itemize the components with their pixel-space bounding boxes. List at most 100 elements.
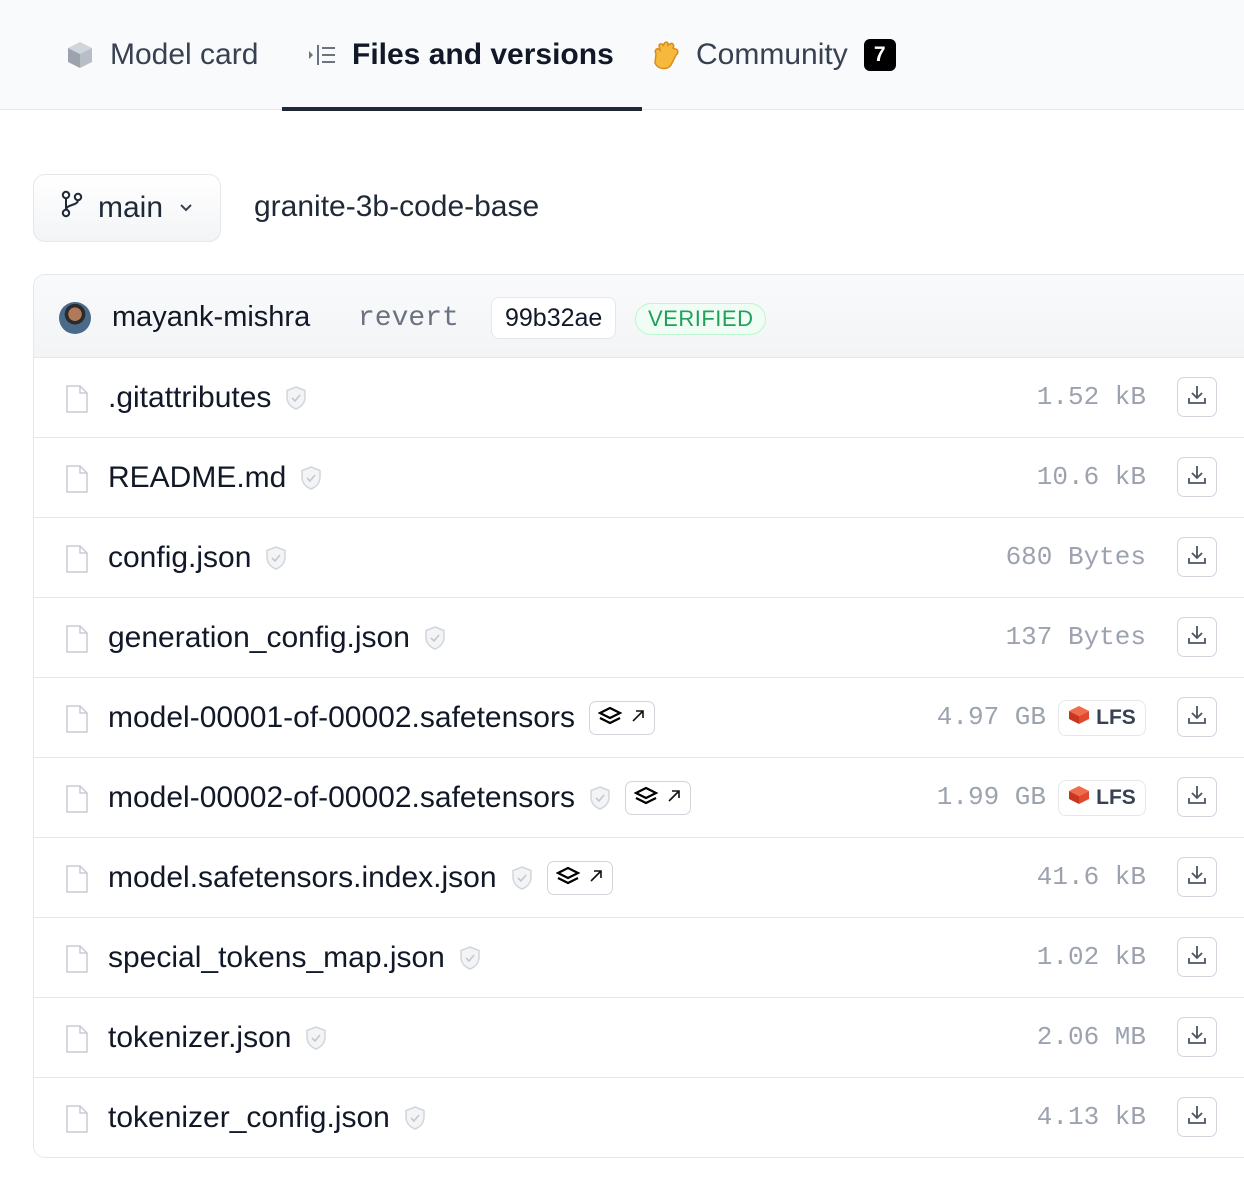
download-button[interactable] xyxy=(1177,937,1217,977)
download-button[interactable] xyxy=(1177,457,1217,497)
file-link[interactable]: model.safetensors.index.json xyxy=(108,838,613,918)
file-size: 2.06 MB xyxy=(1036,1022,1146,1052)
file-size: 1.02 kB xyxy=(1036,942,1146,972)
file-name: model-00002-of-00002.safetensors xyxy=(108,781,575,814)
file-name: model-00001-of-00002.safetensors xyxy=(108,701,575,734)
shield-check-icon[interactable] xyxy=(404,1106,426,1130)
file-row: tokenizer_config.json 4.13 kB xyxy=(34,1078,1244,1157)
download-icon xyxy=(1186,864,1208,891)
download-icon xyxy=(1186,704,1208,731)
download-button[interactable] xyxy=(1177,777,1217,817)
shield-check-icon[interactable] xyxy=(265,546,287,570)
shield-check-icon[interactable] xyxy=(424,626,446,650)
file-icon xyxy=(66,385,88,413)
download-icon xyxy=(1186,624,1208,651)
tab-community[interactable]: Community 7 xyxy=(650,0,896,110)
file-size: 137 Bytes xyxy=(1005,622,1146,652)
lfs-label: LFS xyxy=(1096,706,1136,729)
download-icon xyxy=(1186,464,1208,491)
download-button[interactable] xyxy=(1177,537,1217,577)
download-button[interactable] xyxy=(1177,857,1217,897)
lfs-badge[interactable]: LFS xyxy=(1058,780,1146,816)
avatar[interactable] xyxy=(59,302,91,334)
tab-files-and-versions[interactable]: Files and versions xyxy=(282,0,642,111)
external-link-icon xyxy=(588,868,604,889)
shield-check-icon[interactable] xyxy=(459,946,481,970)
download-button[interactable] xyxy=(1177,1097,1217,1137)
commit-message[interactable]: revert xyxy=(358,303,459,334)
lfs-icon xyxy=(1068,705,1090,731)
file-link[interactable]: model-00002-of-00002.safetensors xyxy=(108,758,691,838)
chevron-down-icon xyxy=(179,203,193,213)
tab-community-label: Community xyxy=(696,38,848,71)
file-icon xyxy=(66,1025,88,1053)
download-button[interactable] xyxy=(1177,617,1217,657)
shield-check-icon[interactable] xyxy=(305,1026,327,1050)
file-icon xyxy=(66,945,88,973)
tab-files-label: Files and versions xyxy=(352,38,614,71)
file-icon xyxy=(66,545,88,573)
file-size: 1.99 GB xyxy=(936,782,1046,812)
file-link[interactable]: README.md xyxy=(108,438,322,518)
file-icon xyxy=(66,705,88,733)
last-commit-row: mayank-mishra revert 99b32ae VERIFIED xyxy=(34,275,1244,358)
clapping-hands-icon xyxy=(650,39,682,71)
download-button[interactable] xyxy=(1177,697,1217,737)
cube-icon xyxy=(64,39,96,71)
file-row: special_tokens_map.json 1.02 kB xyxy=(34,918,1244,998)
file-row: model.safetensors.index.json 41.6 kB xyxy=(34,838,1244,918)
commit-author[interactable]: mayank-mishra xyxy=(112,301,310,334)
file-icon xyxy=(66,1105,88,1133)
safetensors-stack-icon xyxy=(555,866,582,891)
file-icon xyxy=(66,465,88,493)
download-icon xyxy=(1186,384,1208,411)
download-button[interactable] xyxy=(1177,377,1217,417)
tab-bar: Model card Files and versions Community … xyxy=(0,0,1244,111)
file-row: tokenizer.json 2.06 MB xyxy=(34,998,1244,1078)
file-size: 41.6 kB xyxy=(1036,862,1146,892)
file-row: .gitattributes 1.52 kB xyxy=(34,358,1244,438)
file-row: model-00002-of-00002.safetensors 1.99 GB L… xyxy=(34,758,1244,838)
files-table: mayank-mishra revert 99b32ae VERIFIED .g… xyxy=(33,274,1244,1158)
branch-name: main xyxy=(98,191,164,224)
file-name: model.safetensors.index.json xyxy=(108,861,497,894)
file-link[interactable]: tokenizer_config.json xyxy=(108,1078,426,1157)
file-size: 1.52 kB xyxy=(1036,382,1146,412)
file-link[interactable]: tokenizer.json xyxy=(108,998,327,1078)
download-icon xyxy=(1186,544,1208,571)
file-name: config.json xyxy=(108,541,252,574)
download-button[interactable] xyxy=(1177,1017,1217,1057)
shield-check-icon[interactable] xyxy=(285,386,307,410)
file-row: README.md 10.6 kB xyxy=(34,438,1244,518)
repo-breadcrumb[interactable]: granite-3b-code-base xyxy=(254,190,539,224)
safetensors-stack-icon xyxy=(633,786,660,811)
community-count-badge: 7 xyxy=(863,39,896,71)
file-size: 4.13 kB xyxy=(1036,1102,1146,1132)
file-link[interactable]: .gitattributes xyxy=(108,358,307,438)
safetensors-viewer-button[interactable] xyxy=(546,861,613,895)
file-name: .gitattributes xyxy=(108,381,272,414)
file-size: 10.6 kB xyxy=(1036,462,1146,492)
download-icon xyxy=(1186,944,1208,971)
file-link[interactable]: config.json xyxy=(108,518,287,598)
tab-model-card[interactable]: Model card xyxy=(64,0,258,110)
file-icon xyxy=(66,785,88,813)
shield-check-icon[interactable] xyxy=(511,866,533,890)
safetensors-viewer-button[interactable] xyxy=(588,701,655,735)
branch-selector[interactable]: main xyxy=(33,174,221,242)
lfs-badge[interactable]: LFS xyxy=(1058,700,1146,736)
file-link[interactable]: model-00001-of-00002.safetensors xyxy=(108,678,655,758)
shield-check-icon[interactable] xyxy=(589,786,611,810)
file-icon xyxy=(66,865,88,893)
external-link-icon xyxy=(666,788,682,809)
safetensors-viewer-button[interactable] xyxy=(624,781,691,815)
file-name: tokenizer.json xyxy=(108,1021,292,1054)
shield-check-icon[interactable] xyxy=(300,466,322,490)
file-link[interactable]: special_tokens_map.json xyxy=(108,918,481,998)
commit-sha[interactable]: 99b32ae xyxy=(491,297,617,339)
download-icon xyxy=(1186,1024,1208,1051)
safetensors-stack-icon xyxy=(597,706,624,731)
file-size: 680 Bytes xyxy=(1005,542,1146,572)
file-link[interactable]: generation_config.json xyxy=(108,598,446,678)
download-icon xyxy=(1186,784,1208,811)
